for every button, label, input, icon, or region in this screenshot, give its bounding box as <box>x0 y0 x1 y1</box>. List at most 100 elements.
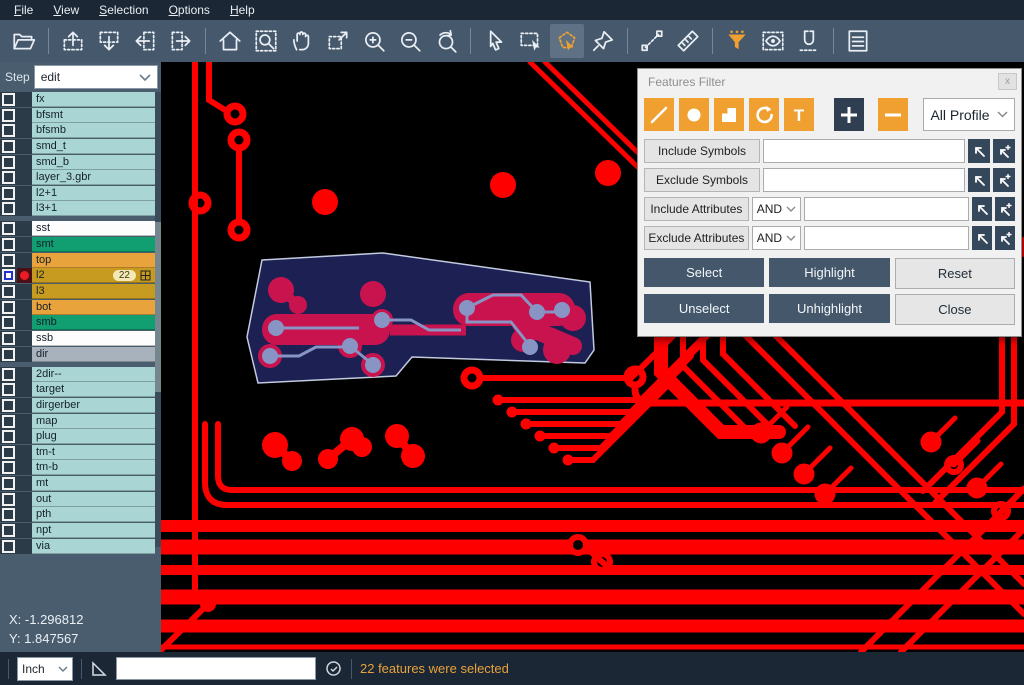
unhighlight-button[interactable]: Unhighlight <box>769 294 889 323</box>
layer-indicator-slot[interactable] <box>17 186 32 201</box>
layer-name-strip[interactable]: bot <box>32 300 155 315</box>
layer-indicator-slot[interactable] <box>17 398 32 413</box>
layer-visibility-checkbox[interactable] <box>0 92 17 107</box>
layer-visibility-checkbox[interactable] <box>0 284 17 299</box>
layer-name-strip[interactable]: smb <box>32 315 155 330</box>
profile-select[interactable]: All Profile <box>923 98 1015 131</box>
layer-row-l3+1[interactable]: l3+1 <box>0 201 161 216</box>
layer-name-strip[interactable]: layer_3.gbr <box>32 170 155 185</box>
layer-row-layer_3.gbr[interactable]: layer_3.gbr <box>0 170 161 185</box>
layer-visibility-checkbox[interactable] <box>0 123 17 138</box>
include-attributes-button[interactable]: Include Attributes <box>644 197 749 221</box>
ruler-button[interactable] <box>671 24 705 58</box>
layer-indicator-slot[interactable] <box>17 445 32 460</box>
measure-button[interactable] <box>635 24 669 58</box>
add-filter-button[interactable] <box>834 98 864 131</box>
shift-down-button[interactable] <box>92 24 126 58</box>
layer-indicator-slot[interactable] <box>17 155 32 170</box>
surface-feature-button[interactable] <box>714 98 744 131</box>
layer-visibility-checkbox[interactable] <box>0 221 17 236</box>
exclude-attributes-input[interactable] <box>804 226 969 250</box>
text-feature-button[interactable]: T <box>784 98 814 131</box>
layer-indicator-slot[interactable] <box>17 139 32 154</box>
line-feature-button[interactable] <box>644 98 674 131</box>
layer-visibility-checkbox[interactable] <box>0 139 17 154</box>
layer-visibility-checkbox[interactable] <box>0 523 17 538</box>
layer-indicator-slot[interactable] <box>17 253 32 268</box>
shift-up-button[interactable] <box>56 24 90 58</box>
layer-indicator-slot[interactable] <box>17 300 32 315</box>
select-cursor-button[interactable] <box>478 24 512 58</box>
layer-row-l2[interactable]: l222 <box>0 268 161 283</box>
layer-row-ssb[interactable]: ssb <box>0 331 161 346</box>
include-symbols-pick-button[interactable] <box>968 139 990 163</box>
layer-name-strip[interactable]: ssb <box>32 331 155 346</box>
step-select[interactable]: edit <box>34 65 158 89</box>
layer-visibility-checkbox[interactable] <box>0 476 17 491</box>
layer-indicator-slot[interactable] <box>17 108 32 123</box>
pad-feature-button[interactable] <box>679 98 709 131</box>
layer-row-out[interactable]: out <box>0 492 161 507</box>
layer-row-plug[interactable]: plug <box>0 429 161 444</box>
layer-indicator-slot[interactable] <box>17 123 32 138</box>
layer-indicator-slot[interactable] <box>17 382 32 397</box>
zoom-area-button[interactable] <box>249 24 283 58</box>
layer-name-strip[interactable]: smt <box>32 237 155 252</box>
include-symbols-input[interactable] <box>763 139 965 163</box>
layer-indicator-slot[interactable] <box>17 476 32 491</box>
include-attributes-operator-select[interactable]: AND <box>752 197 802 221</box>
layer-name-strip[interactable]: sst <box>32 221 155 236</box>
features-filter-button[interactable] <box>720 24 754 58</box>
layer-row-pth[interactable]: pth <box>0 507 161 522</box>
layer-indicator-slot[interactable] <box>17 492 32 507</box>
layer-visibility-checkbox[interactable] <box>0 300 17 315</box>
layer-name-strip[interactable]: map <box>32 414 155 429</box>
layer-row-dir[interactable]: dir <box>0 347 161 362</box>
exclude-symbols-input[interactable] <box>763 168 965 192</box>
layer-row-sst[interactable]: sst <box>0 221 161 236</box>
layer-visibility-checkbox[interactable] <box>0 398 17 413</box>
layer-visibility-checkbox[interactable] <box>0 429 17 444</box>
layer-name-strip[interactable]: l222 <box>32 268 155 283</box>
dialog-close-button[interactable]: x <box>998 73 1017 90</box>
exclude-attributes-pick-button[interactable] <box>972 226 992 250</box>
layer-indicator-slot[interactable] <box>17 347 32 362</box>
layer-name-strip[interactable]: dir <box>32 347 155 362</box>
layer-row-bfsmb[interactable]: bfsmb <box>0 123 161 138</box>
shift-left-button[interactable] <box>128 24 162 58</box>
layer-row-via[interactable]: via <box>0 539 161 554</box>
layer-indicator-slot[interactable] <box>17 221 32 236</box>
layer-row-bfsmt[interactable]: bfsmt <box>0 108 161 123</box>
highlight-button[interactable]: Highlight <box>769 258 889 287</box>
layer-name-strip[interactable]: out <box>32 492 155 507</box>
layer-row-dirgerber[interactable]: dirgerber <box>0 398 161 413</box>
layer-name-strip[interactable]: bfsmb <box>32 123 155 138</box>
layer-indicator-slot[interactable] <box>17 331 32 346</box>
layer-name-strip[interactable]: tm-b <box>32 460 155 475</box>
layer-visibility-checkbox[interactable] <box>0 367 17 382</box>
layer-row-l2+1[interactable]: l2+1 <box>0 186 161 201</box>
zoom-previous-button[interactable] <box>429 24 463 58</box>
layer-name-strip[interactable]: npt <box>32 523 155 538</box>
menu-options[interactable]: Options <box>159 1 220 19</box>
open-folder-button[interactable] <box>7 24 41 58</box>
layer-name-strip[interactable]: l3 <box>32 284 155 299</box>
pan-hand-button[interactable] <box>285 24 319 58</box>
properties-form-button[interactable] <box>841 24 875 58</box>
layer-name-strip[interactable]: pth <box>32 507 155 522</box>
grid-icon[interactable] <box>140 270 151 281</box>
layer-visibility-checkbox[interactable] <box>0 315 17 330</box>
layer-name-strip[interactable]: target <box>32 382 155 397</box>
layer-row-bot[interactable]: bot <box>0 300 161 315</box>
exclude-attributes-pick-add-button[interactable] <box>995 226 1015 250</box>
layer-name-strip[interactable]: top <box>32 253 155 268</box>
exclude-attributes-operator-select[interactable]: AND <box>752 226 802 250</box>
include-attributes-input[interactable] <box>804 197 969 221</box>
scrollbar-thumb[interactable] <box>155 222 161 392</box>
layer-name-strip[interactable]: tm-t <box>32 445 155 460</box>
layer-scrollbar[interactable] <box>155 92 161 547</box>
zoom-object-button[interactable] <box>321 24 355 58</box>
exclude-symbols-button[interactable]: Exclude Symbols <box>644 168 760 192</box>
zoom-in-button[interactable] <box>357 24 391 58</box>
layer-visibility-checkbox[interactable] <box>0 539 17 554</box>
